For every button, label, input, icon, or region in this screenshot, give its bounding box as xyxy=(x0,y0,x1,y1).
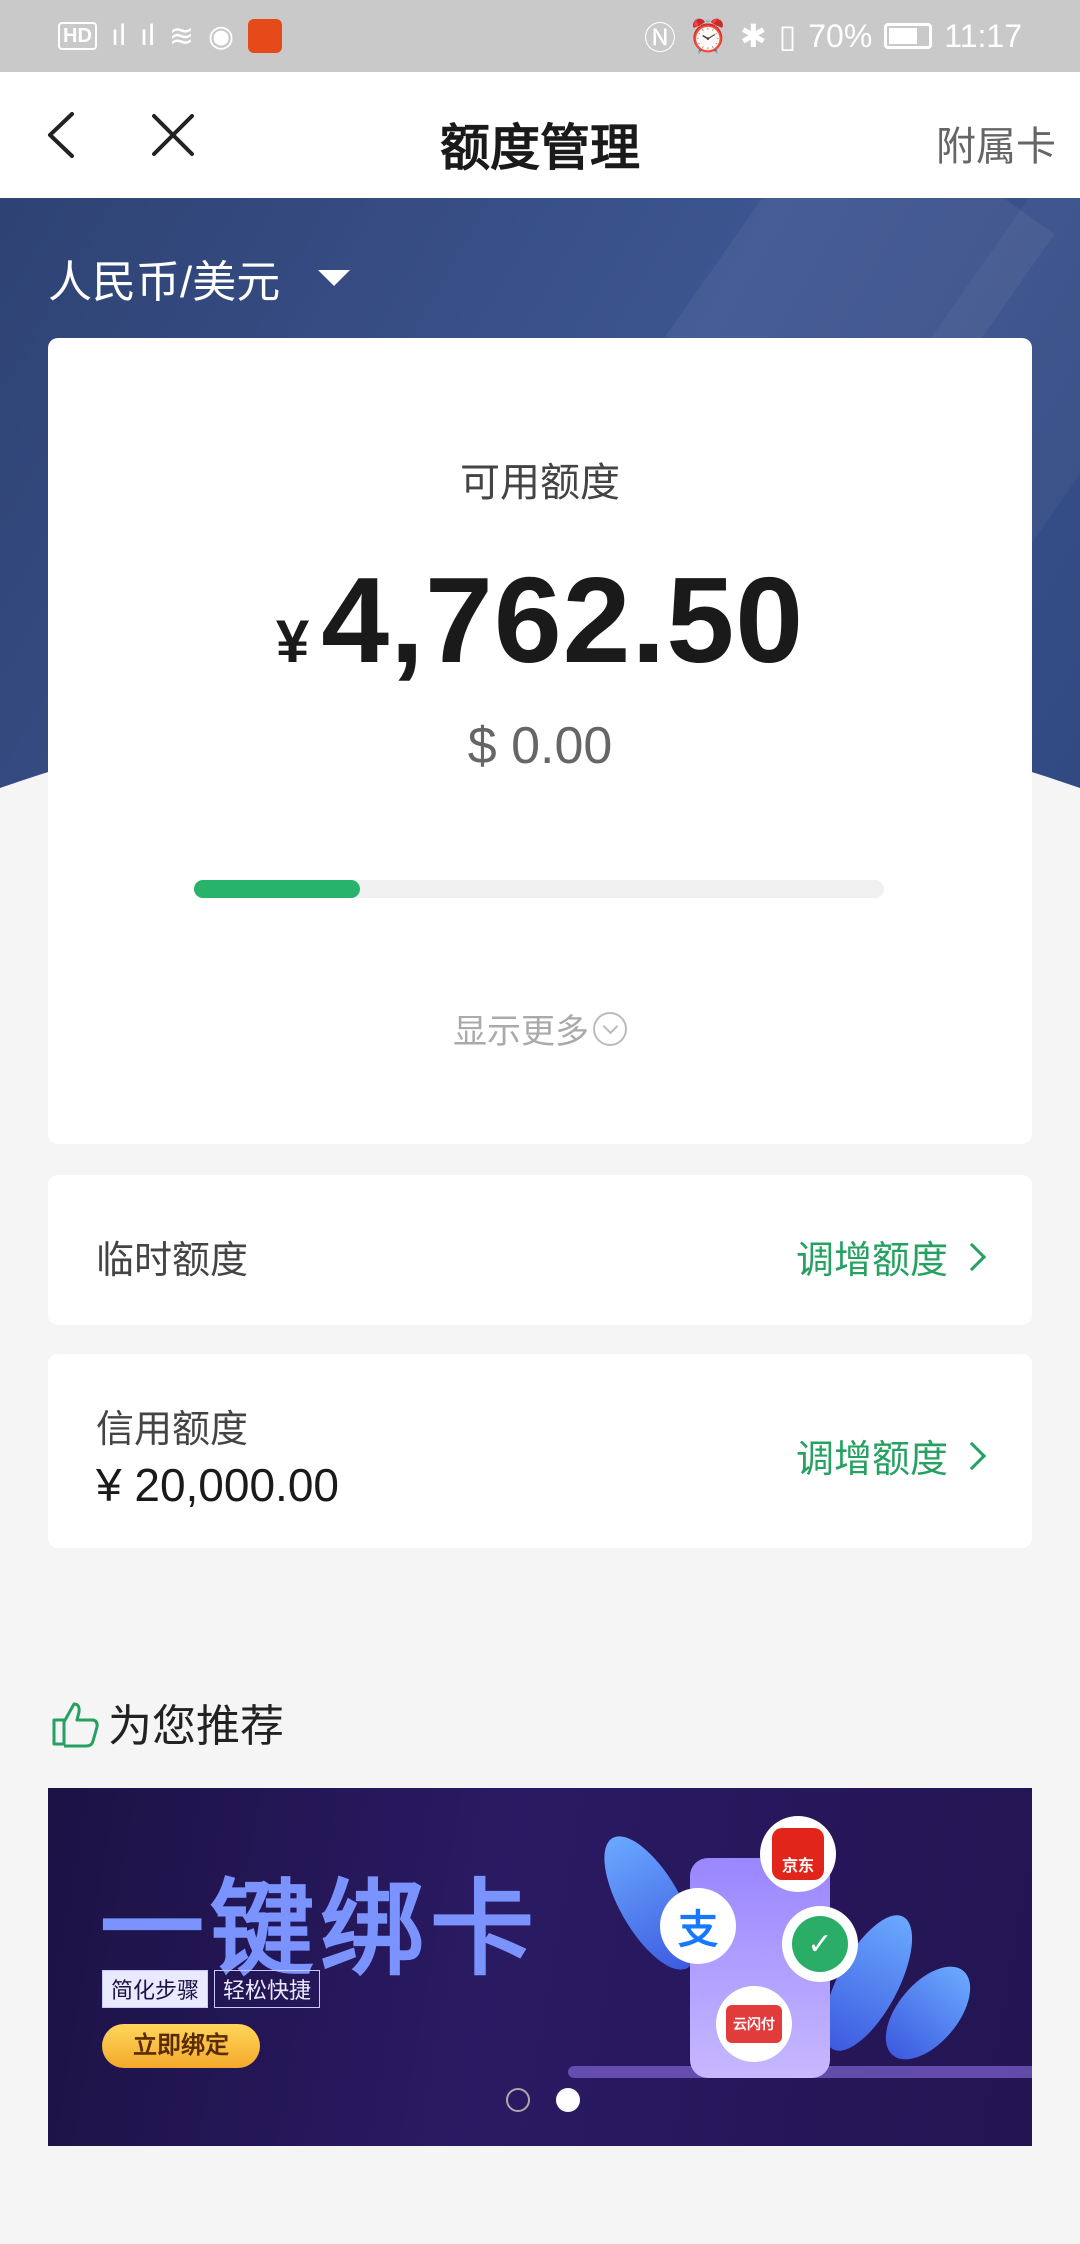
carousel-dots xyxy=(506,2088,580,2112)
carousel-dot-active[interactable] xyxy=(556,2088,580,2112)
status-bar: HD ıl ıl ≋ ◉ Ⓝ ⏰ ✱ ▯ 70% 11:17 xyxy=(0,0,1080,72)
signal-2g-icon: ıl xyxy=(139,19,155,52)
banner-tags: 简化步骤 轻松快捷 xyxy=(102,1970,321,2008)
increase-label: 调增额度 xyxy=(795,1240,948,1282)
credit-limit-increase-button[interactable]: 调增额度 xyxy=(795,1428,987,1483)
status-right: Ⓝ ⏰ ✱ ▯ 70% 11:17 xyxy=(644,13,1022,59)
battery-icon xyxy=(884,23,933,49)
app-notification-icon xyxy=(248,19,283,53)
recommend-title: 为您推荐 xyxy=(108,1702,284,1751)
battery-percent: 70% xyxy=(808,17,873,54)
credit-limit-label: 信用额度 xyxy=(96,1409,249,1451)
thumbs-up-icon xyxy=(52,1702,99,1748)
show-more-button[interactable]: 显示更多 xyxy=(48,1004,1032,1053)
currency-label: 人民币/美元 xyxy=(48,258,281,307)
status-left: HD ıl ıl ≋ ◉ xyxy=(58,19,283,54)
caret-down-icon xyxy=(318,270,351,286)
temporary-limit-increase-button[interactable]: 调增额度 xyxy=(795,1229,987,1284)
carousel-dot[interactable] xyxy=(506,2088,530,2112)
alipay-icon: 支 xyxy=(660,1888,736,1964)
wifi-icon: ≋ xyxy=(168,19,195,53)
unionpay-quickpass-icon: 云闪付 xyxy=(716,1986,792,2062)
temporary-limit-row[interactable]: 临时额度 调增额度 xyxy=(48,1175,1032,1325)
usage-progress-bar xyxy=(194,880,884,898)
recommend-header: 为您推荐 xyxy=(48,1690,284,1754)
bind-card-banner[interactable]: 一键绑卡 简化步骤 轻松快捷 立即绑定 京东 支 ✓ 云闪付 xyxy=(48,1788,1032,2146)
eye-icon: ◉ xyxy=(208,19,235,53)
credit-limit-value: ¥ 20,000.00 xyxy=(96,1459,340,1511)
signal-4g-icon: ıl xyxy=(110,19,126,52)
nav-bar: 额度管理 附属卡 xyxy=(0,72,1080,198)
supplementary-card-link[interactable]: 附属卡 xyxy=(936,114,1056,172)
yen-symbol: ¥ xyxy=(275,608,310,675)
vibrate-icon: ▯ xyxy=(778,18,797,54)
jd-pay-icon: 京东 xyxy=(760,1816,836,1892)
available-limit-label: 可用额度 xyxy=(460,461,620,505)
bind-now-button[interactable]: 立即绑定 xyxy=(102,2024,260,2068)
chevron-down-circle-icon xyxy=(593,1011,627,1046)
bluetooth-icon: ✱ xyxy=(739,18,767,54)
wechat-pay-icon: ✓ xyxy=(782,1906,858,1982)
available-limit-value: 4,762.50 xyxy=(321,552,805,688)
currency-selector[interactable]: 人民币/美元 xyxy=(48,246,351,310)
nfc-icon: Ⓝ xyxy=(643,20,676,56)
banner-tag: 轻松快捷 xyxy=(214,1970,321,2008)
clock: 11:17 xyxy=(944,17,1022,54)
hd-indicator: HD xyxy=(58,22,97,50)
available-limit-card: 可用额度 ¥ 4,762.50 $ 0.00 显示更多 xyxy=(48,338,1032,1144)
chevron-right-icon xyxy=(957,1242,987,1271)
banner-tag: 简化步骤 xyxy=(102,1970,209,2008)
credit-limit-row[interactable]: 信用额度 ¥ 20,000.00 调增额度 xyxy=(48,1354,1032,1548)
available-limit-amount: ¥ 4,762.50 xyxy=(48,550,1032,690)
page-title: 额度管理 xyxy=(440,120,640,176)
usage-progress-fill xyxy=(194,880,360,898)
show-more-label: 显示更多 xyxy=(453,1013,589,1051)
increase-label: 调增额度 xyxy=(795,1439,948,1481)
chevron-right-icon xyxy=(957,1441,987,1470)
alarm-icon: ⏰ xyxy=(687,18,728,54)
usd-limit-value: $ 0.00 xyxy=(467,717,613,775)
temporary-limit-label: 临时额度 xyxy=(96,1240,249,1282)
